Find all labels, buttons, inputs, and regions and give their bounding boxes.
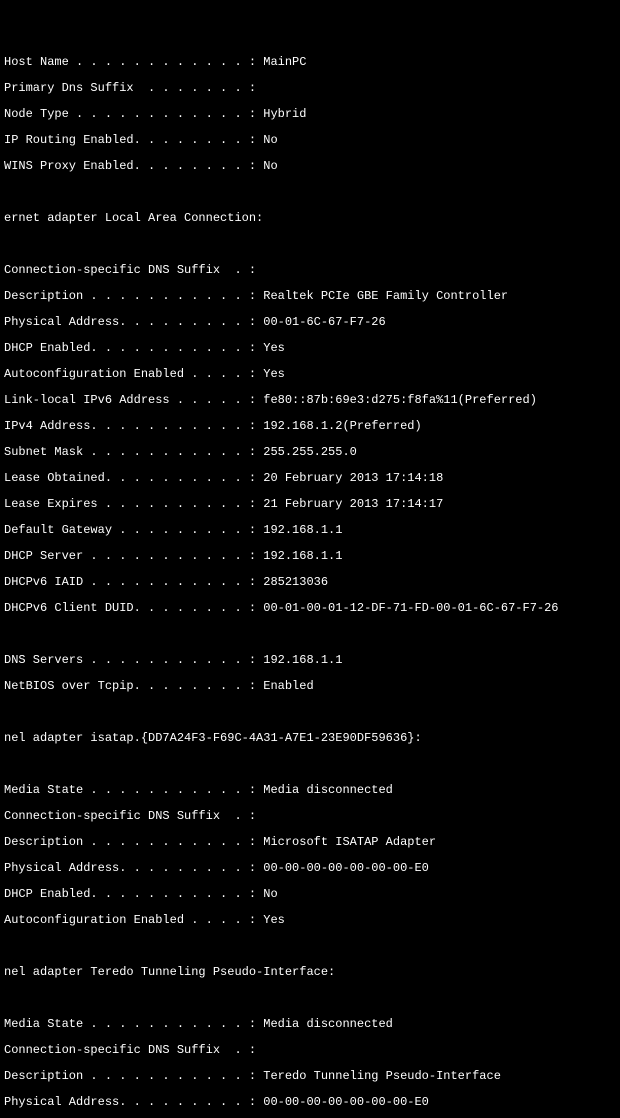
adapter0-description: Description . . . . . . . . . . . : Real…	[4, 290, 616, 303]
blank-line	[4, 706, 616, 719]
adapter0-autoconfig: Autoconfiguration Enabled . . . . : Yes	[4, 368, 616, 381]
adapter0-dnsservers: DNS Servers . . . . . . . . . . . : 192.…	[4, 654, 616, 667]
adapter1-mediastate: Media State . . . . . . . . . . . : Medi…	[4, 784, 616, 797]
adapter0-netbios: NetBIOS over Tcpip. . . . . . . . : Enab…	[4, 680, 616, 693]
host-name-label: Host Name . . . . . . . . . . . . :	[4, 55, 263, 69]
adapter0-dhcpserver: DHCP Server . . . . . . . . . . . : 192.…	[4, 550, 616, 563]
blank-line	[4, 628, 616, 641]
wins-proxy-label: WINS Proxy Enabled. . . . . . . . :	[4, 159, 263, 173]
adapter1-autoconfig: Autoconfiguration Enabled . . . . : Yes	[4, 914, 616, 927]
adapter0-ipv6: Link-local IPv6 Address . . . . . : fe80…	[4, 394, 616, 407]
adapter1-dnssuffix: Connection-specific DNS Suffix . :	[4, 810, 616, 823]
adapter1-description: Description . . . . . . . . . . . : Micr…	[4, 836, 616, 849]
adapter1-header: nel adapter isatap.{DD7A24F3-F69C-4A31-A…	[4, 732, 616, 745]
ip-routing-line: IP Routing Enabled. . . . . . . . : No	[4, 134, 616, 147]
node-type-value: Hybrid	[263, 107, 306, 121]
adapter2-physaddr: Physical Address. . . . . . . . . : 00-0…	[4, 1096, 616, 1109]
adapter0-iaid: DHCPv6 IAID . . . . . . . . . . . : 2852…	[4, 576, 616, 589]
adapter0-subnet: Subnet Mask . . . . . . . . . . . : 255.…	[4, 446, 616, 459]
ip-routing-label: IP Routing Enabled. . . . . . . . :	[4, 133, 263, 147]
adapter2-mediastate: Media State . . . . . . . . . . . : Medi…	[4, 1018, 616, 1031]
adapter0-ipv4: IPv4 Address. . . . . . . . . . . : 192.…	[4, 420, 616, 433]
blank-line	[4, 940, 616, 953]
adapter0-physaddr: Physical Address. . . . . . . . . : 00-0…	[4, 316, 616, 329]
adapter2-description: Description . . . . . . . . . . . : Tere…	[4, 1070, 616, 1083]
blank-line	[4, 238, 616, 251]
adapter0-duid: DHCPv6 Client DUID. . . . . . . . : 00-0…	[4, 602, 616, 615]
blank-line	[4, 992, 616, 1005]
wins-proxy-line: WINS Proxy Enabled. . . . . . . . : No	[4, 160, 616, 173]
adapter1-dhcp: DHCP Enabled. . . . . . . . . . . : No	[4, 888, 616, 901]
adapter1-physaddr: Physical Address. . . . . . . . . : 00-0…	[4, 862, 616, 875]
node-type-label: Node Type . . . . . . . . . . . . :	[4, 107, 263, 121]
adapter2-dnssuffix: Connection-specific DNS Suffix . :	[4, 1044, 616, 1057]
adapter2-header: nel adapter Teredo Tunneling Pseudo-Inte…	[4, 966, 616, 979]
adapter0-gateway: Default Gateway . . . . . . . . . : 192.…	[4, 524, 616, 537]
wins-proxy-value: No	[263, 159, 277, 173]
ip-routing-value: No	[263, 133, 277, 147]
blank-line	[4, 186, 616, 199]
adapter0-dhcp: DHCP Enabled. . . . . . . . . . . : Yes	[4, 342, 616, 355]
adapter0-dnssuffix: Connection-specific DNS Suffix . :	[4, 264, 616, 277]
primary-dns-line: Primary Dns Suffix . . . . . . . :	[4, 82, 616, 95]
host-name-value: MainPC	[263, 55, 306, 69]
node-type-line: Node Type . . . . . . . . . . . . : Hybr…	[4, 108, 616, 121]
blank-line	[4, 758, 616, 771]
host-name-line: Host Name . . . . . . . . . . . . : Main…	[4, 56, 616, 69]
adapter0-leaseobt: Lease Obtained. . . . . . . . . . : 20 F…	[4, 472, 616, 485]
primary-dns-label: Primary Dns Suffix . . . . . . . :	[4, 81, 256, 95]
adapter0-header: ernet adapter Local Area Connection:	[4, 212, 616, 225]
adapter0-leaseexp: Lease Expires . . . . . . . . . . : 21 F…	[4, 498, 616, 511]
